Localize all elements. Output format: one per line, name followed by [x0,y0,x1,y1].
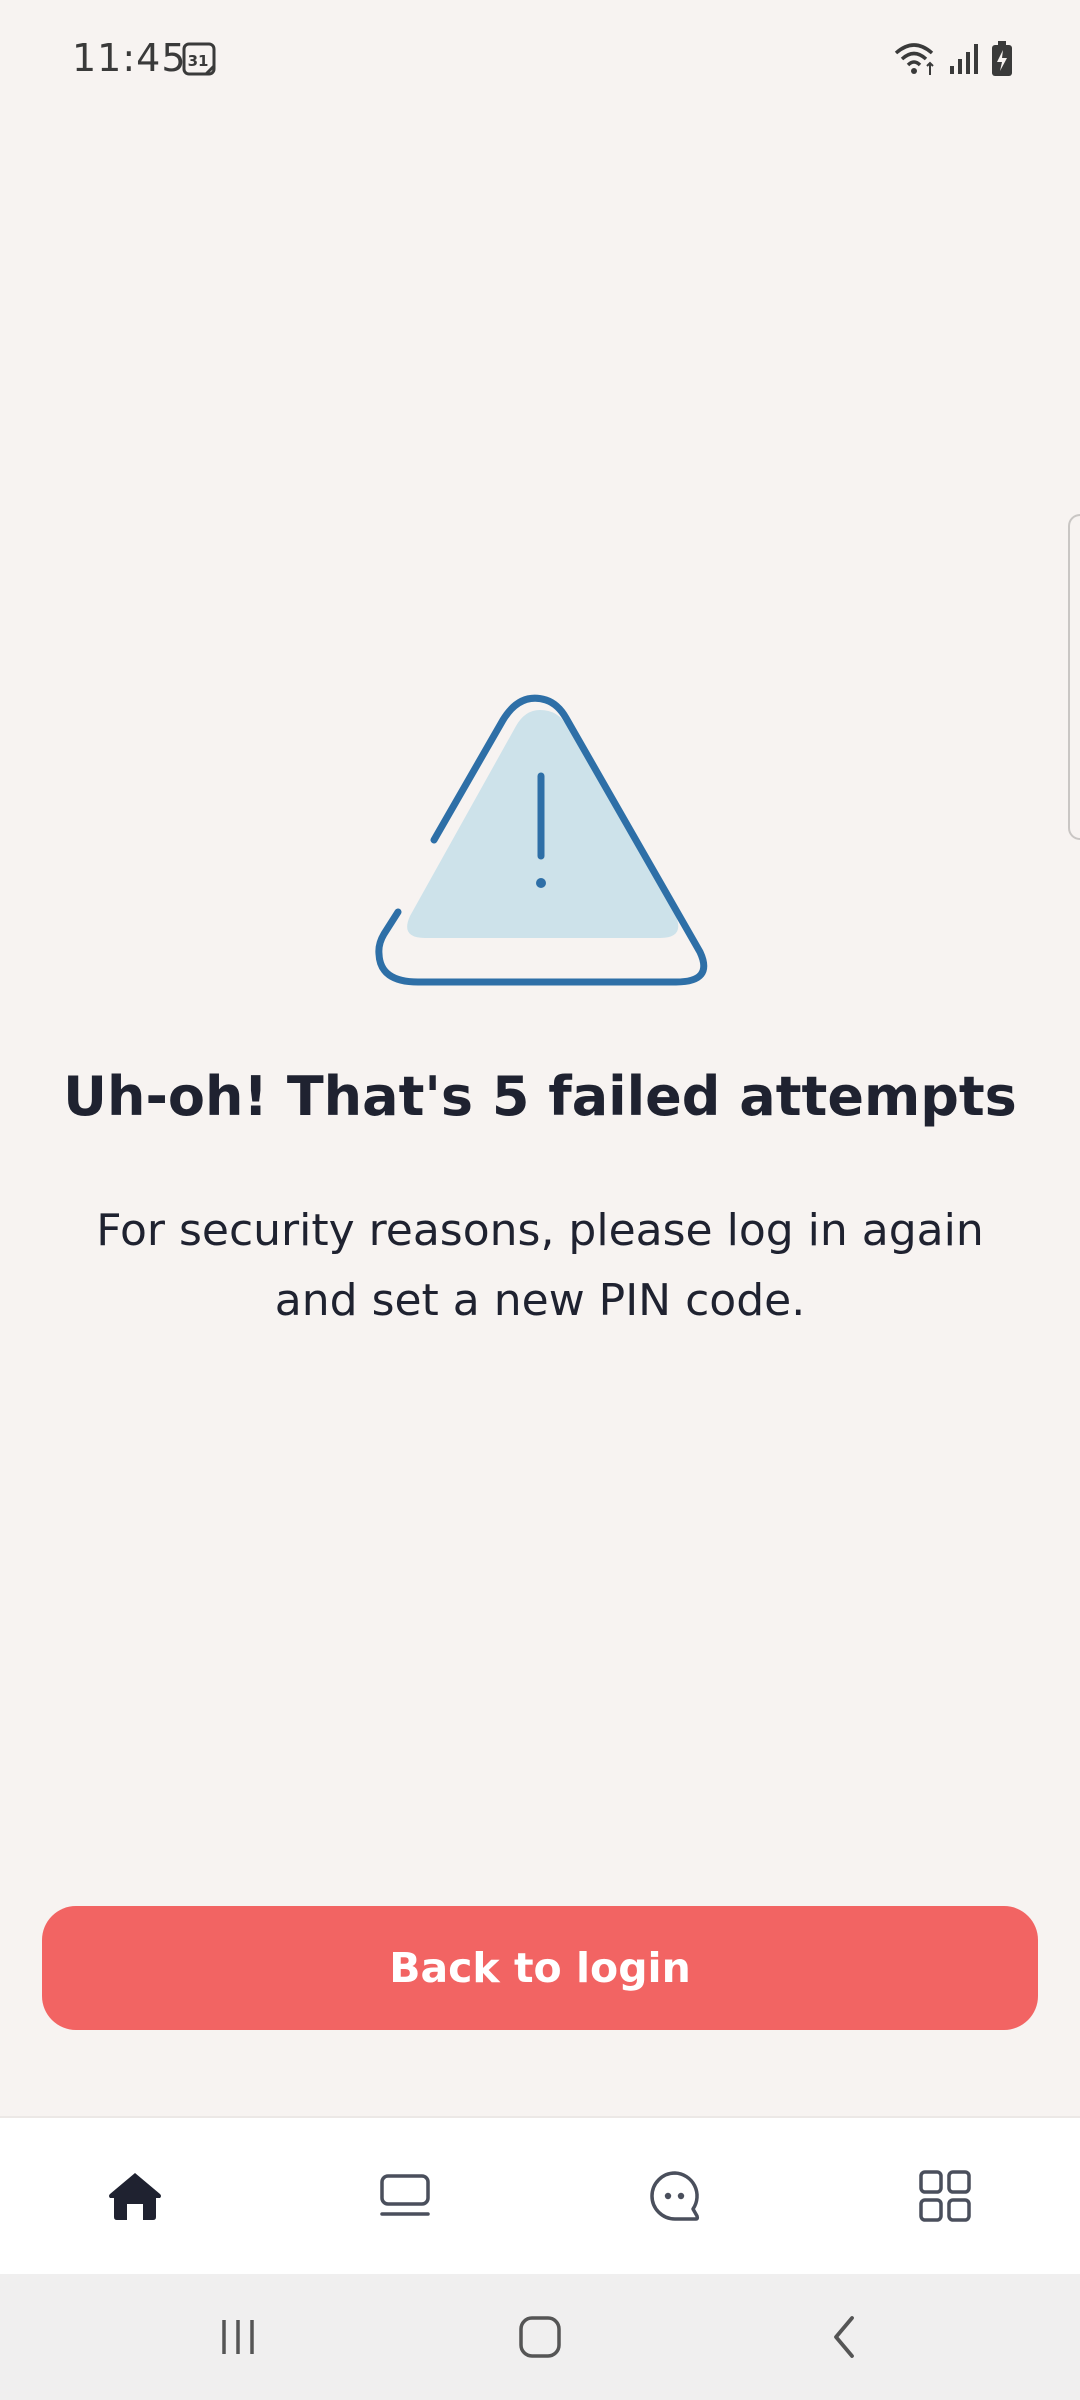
home-square-icon [519,2316,561,2358]
tab-home[interactable] [0,2118,270,2274]
status-icons [894,40,1014,78]
back-to-login-button[interactable]: Back to login [42,1906,1038,2030]
recent-apps-icon [222,2320,254,2354]
card-icon [380,2174,430,2216]
system-navigation-bar [0,2274,1080,2400]
recent-apps-button[interactable] [158,2274,318,2400]
back-button[interactable] [764,2274,924,2400]
page-title: Uh-oh! That's 5 failed attempts [63,1065,1017,1128]
edge-panel-handle[interactable] [1068,514,1080,840]
calendar-icon: 31 [182,42,216,76]
tab-chat[interactable] [540,2118,810,2274]
chat-icon [650,2171,700,2221]
security-message: For security reasons, please log in agai… [96,1205,984,1326]
status-time: 11:45 [72,36,187,80]
signal-icon [950,44,978,74]
calendar-day: 31 [188,52,209,70]
bottom-tab-bar [0,2116,1080,2274]
wifi-icon [894,43,934,75]
tab-more[interactable] [810,2118,1080,2274]
home-icon [109,2173,161,2220]
screen: 11:45 31 Uh-oh! That's 5 failed attempts… [0,0,1080,2400]
grid-menu-icon [919,2170,971,2222]
back-chevron-icon [834,2316,854,2358]
tab-cards[interactable] [270,2118,540,2274]
status-bar: 11:45 31 [0,0,1080,120]
home-button[interactable] [460,2274,620,2400]
warning-icon [375,694,708,986]
battery-charging-icon [992,41,1012,76]
